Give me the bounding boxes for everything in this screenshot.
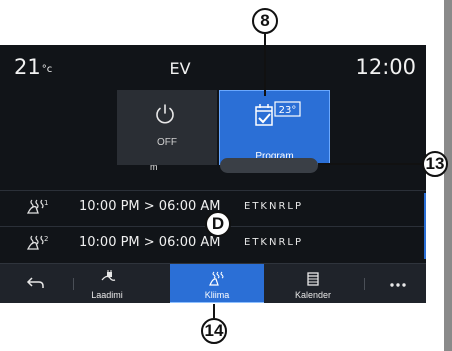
seat-heat-icon: 1 — [26, 199, 48, 214]
mode-sub-label: m — [150, 162, 158, 172]
nav-laadimi-tab[interactable]: Laadimi — [76, 264, 138, 303]
callout-14-leader — [213, 304, 215, 318]
callout-8-leader — [264, 34, 266, 96]
program-index: 2 — [44, 235, 48, 243]
status-time: 12:00 — [355, 55, 416, 79]
active-tab-underline — [170, 302, 264, 303]
nav-kliima-label: Kliima — [204, 290, 230, 300]
callout-13-leader — [318, 163, 422, 165]
program-index: 1 — [44, 199, 48, 207]
nav-separator — [364, 278, 365, 290]
program-days: ETKNRLP — [244, 201, 304, 212]
nav-laadimi-label: Laadimi — [91, 290, 123, 300]
scroll-indicator[interactable] — [424, 193, 426, 259]
callout-14: 14 — [201, 318, 227, 344]
program-setpoint: 23° — [279, 105, 297, 116]
status-title: EV — [169, 59, 191, 78]
calendar-icon — [307, 272, 319, 286]
callout-d: D — [205, 211, 231, 237]
mode-off-label: OFF — [157, 137, 177, 148]
charging-plug-icon — [101, 270, 116, 281]
nav-kalender-label: Kalender — [294, 290, 332, 300]
status-temperature: 21°c — [14, 55, 53, 79]
seat-heat-icon — [209, 271, 224, 286]
nav-kliima-tab[interactable]: Kliima — [170, 264, 264, 303]
program-time-range: 10:00 PM > 06:00 AM — [79, 199, 221, 214]
mode-program-button[interactable]: 23° Program — [219, 90, 330, 165]
nav-kalender-tab[interactable]: Kalender — [270, 264, 356, 303]
callout-8: 8 — [252, 8, 278, 34]
power-icon — [156, 104, 174, 124]
bottom-nav-bar: Laadimi Kliima Kalender — [0, 263, 426, 303]
program-days: ETKNRLP — [244, 237, 304, 248]
nav-separator — [73, 278, 74, 290]
calendar-check-icon: 23° — [255, 101, 301, 126]
mode-off-button[interactable]: OFF — [117, 90, 217, 165]
back-icon — [26, 277, 44, 288]
nav-more-button[interactable] — [370, 264, 426, 303]
program-time-range: 10:00 PM > 06:00 AM — [79, 235, 221, 250]
nav-back-button[interactable] — [0, 264, 70, 303]
callout-13: 13 — [422, 151, 448, 177]
mode-indicator-pill — [220, 158, 318, 173]
page-side-strip — [444, 0, 452, 351]
more-icon — [390, 283, 406, 287]
ev-climate-screen: 21°c EV 12:00 OFF 23° Program m 1 10:00 … — [0, 45, 426, 303]
seat-heat-icon: 2 — [26, 235, 48, 250]
